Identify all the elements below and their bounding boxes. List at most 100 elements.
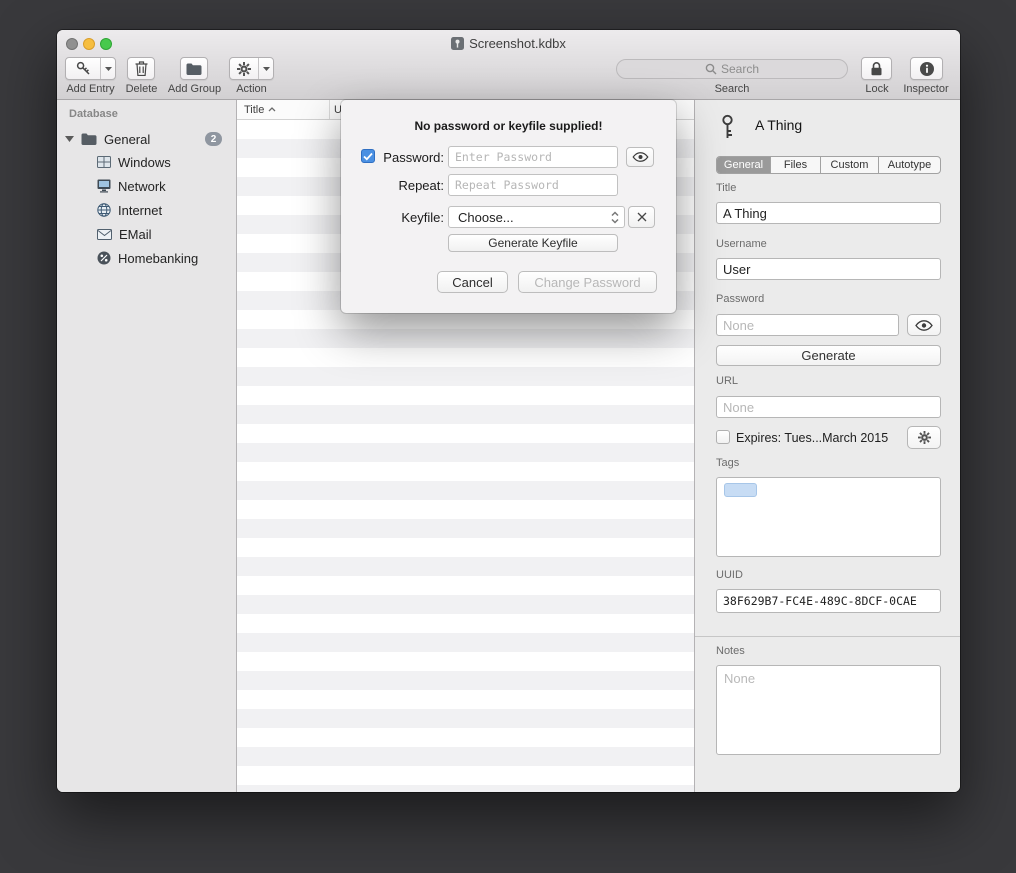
app-window: Screenshot.kdbx Add Entry Delete [57,30,960,792]
uuid-field[interactable] [716,589,941,613]
expires-label: Expires: Tues...March 2015 [736,431,888,445]
delete-label: Delete [111,83,172,95]
keyfile-label: Keyfile: [359,210,444,225]
trash-icon [135,61,148,76]
delete-button[interactable] [127,57,155,80]
search-input[interactable]: Search [616,59,848,79]
search-icon [705,63,717,75]
sidebar-item-email[interactable]: EMail [57,222,236,246]
group-label: Internet [118,203,162,218]
eye-icon [632,152,649,162]
search-label: Search [702,83,762,95]
entry-count-badge: 2 [205,132,222,146]
add-group-button[interactable] [180,57,208,80]
inspector-tabs: General Files Custom Autotype [716,156,941,174]
window-title: Screenshot.kdbx [469,36,566,51]
tags-label: Tags [716,457,739,469]
repeat-password-field[interactable] [448,174,618,196]
change-password-button: Change Password [518,271,657,293]
group-label: Network [118,179,166,194]
expires-checkbox[interactable] [716,430,730,444]
repeat-label: Repeat: [359,178,444,193]
sidebar-item-internet[interactable]: Internet [57,198,236,222]
disclosure-triangle-icon[interactable] [65,136,74,142]
document-proxy-icon [451,37,464,50]
notes-placeholder: None [724,671,755,686]
action-menu-arrow[interactable] [258,58,273,79]
sidebar-item-windows[interactable]: Windows [57,150,236,174]
add-group-label: Add Group [164,83,225,95]
entry-title: A Thing [755,117,802,133]
url-field[interactable] [716,396,941,418]
show-password-button[interactable] [626,147,654,167]
sidebar: Database General 2 Windows Network [57,100,237,792]
folder-icon [81,133,97,145]
tags-field[interactable] [716,477,941,557]
eye-icon [915,320,933,331]
keyfile-popup[interactable]: Choose... [448,206,625,228]
clear-keyfile-button[interactable] [628,206,655,228]
close-x-icon [637,212,647,222]
generate-keyfile-button[interactable]: Generate Keyfile [448,234,618,252]
password-label: Password: [359,150,444,165]
username-label: Username [716,238,767,250]
show-password-button[interactable] [907,314,941,336]
window-chrome: Screenshot.kdbx Add Entry Delete [57,30,960,100]
password-label: Password [716,293,764,305]
expires-settings-button[interactable] [907,426,941,449]
tab-general[interactable]: General [717,157,771,173]
column-header-title[interactable]: Title [237,104,329,116]
tab-files[interactable]: Files [771,157,821,173]
inspector-label: Inspector [896,83,956,95]
group-label: General [104,132,150,147]
inspector-divider [695,636,960,637]
notes-label: Notes [716,645,745,657]
add-entry-button[interactable] [65,57,116,80]
window-title-bar: Screenshot.kdbx [57,30,960,57]
search-placeholder: Search [721,62,759,76]
sidebar-item-network[interactable]: Network [57,174,236,198]
mail-icon [97,229,112,240]
monitor-icon [97,179,111,193]
tab-autotype[interactable]: Autotype [879,157,940,173]
dialog-message: No password or keyfile supplied! [341,119,676,133]
password-field[interactable] [716,314,899,336]
add-entry-menu-arrow[interactable] [100,58,115,79]
info-icon [919,61,935,77]
gear-icon [918,431,931,444]
inspector-panel: A Thing General Files Custom Autotype Ti… [695,100,960,792]
group-label: Homebanking [118,251,198,266]
windows-icon [97,156,111,168]
group-label: Windows [118,155,171,170]
title-label: Title [716,182,736,194]
tag-token[interactable] [724,483,757,497]
username-field[interactable] [716,258,941,280]
cancel-button[interactable]: Cancel [437,271,508,293]
toolbar: Add Entry Delete Add Group [57,56,960,100]
sort-ascending-icon [268,107,276,112]
new-password-field[interactable] [448,146,618,168]
change-password-dialog: No password or keyfile supplied! Passwor… [341,100,676,313]
key-icon [719,114,736,140]
lock-icon [870,61,883,76]
inspector-button[interactable] [910,57,943,80]
percent-coin-icon [97,251,111,265]
group-label: EMail [119,227,152,242]
tab-custom[interactable]: Custom [821,157,879,173]
folder-add-icon [186,63,202,75]
title-field[interactable] [716,202,941,224]
sidebar-item-general[interactable]: General 2 [57,127,236,151]
notes-field[interactable]: None [716,665,941,755]
sidebar-section-header: Database [69,108,118,120]
lock-button[interactable] [861,57,892,80]
url-label: URL [716,375,738,387]
sidebar-item-homebanking[interactable]: Homebanking [57,246,236,270]
globe-icon [97,203,111,217]
action-label: Action [221,83,282,95]
generate-button[interactable]: Generate [716,345,941,366]
action-button[interactable] [229,57,274,80]
uuid-label: UUID [716,569,743,581]
gear-icon [230,58,258,79]
stepper-icon [611,211,619,224]
key-plus-icon [66,58,100,79]
